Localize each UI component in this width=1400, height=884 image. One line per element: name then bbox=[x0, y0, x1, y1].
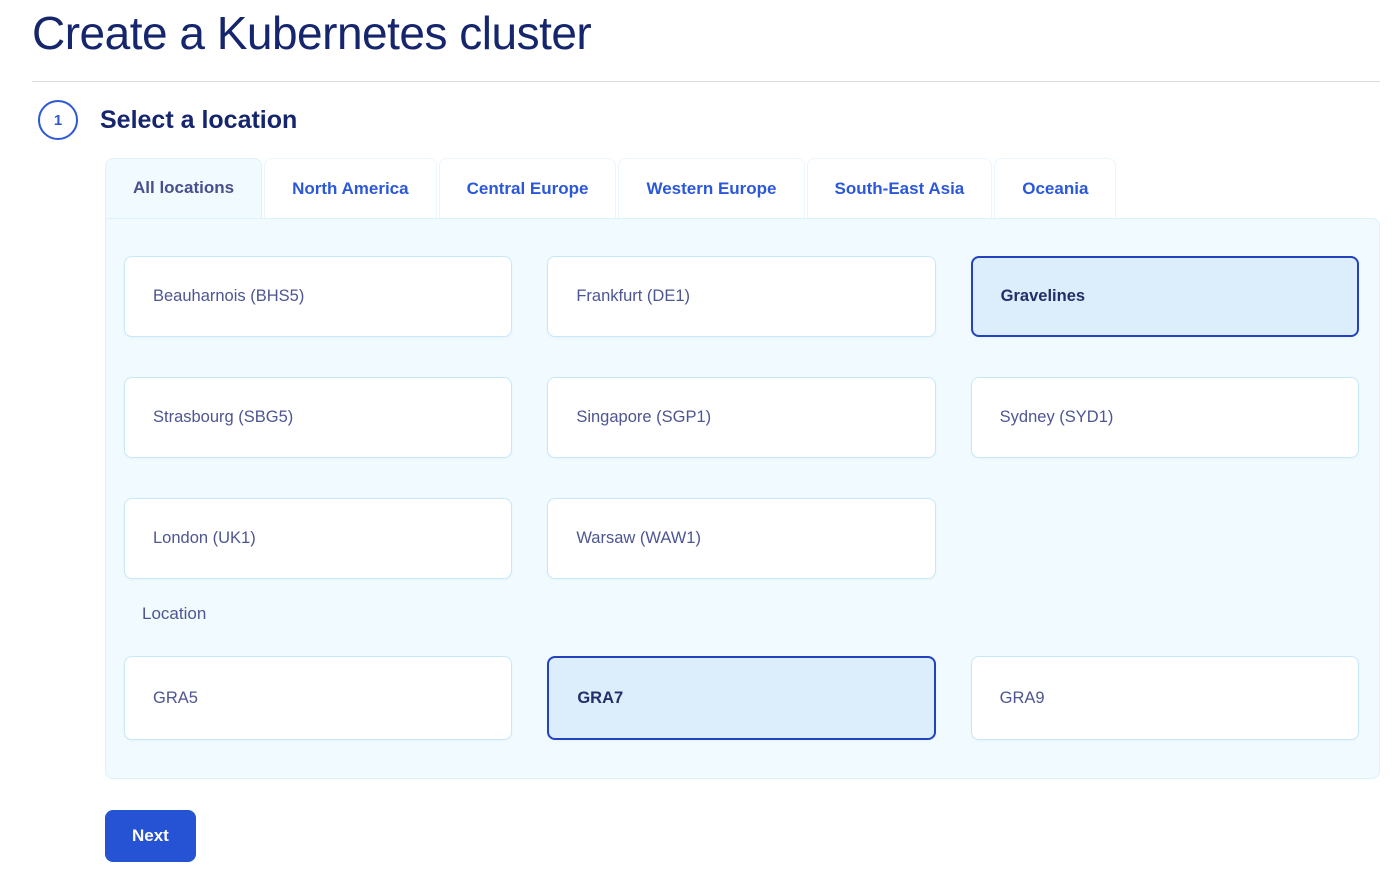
region-card-beauharnois[interactable]: Beauharnois (BHS5) bbox=[124, 256, 512, 337]
location-label: Location bbox=[142, 604, 1359, 624]
region-card-warsaw[interactable]: Warsaw (WAW1) bbox=[547, 498, 935, 579]
datacenter-card-gra7-selected[interactable]: GRA7 bbox=[547, 656, 935, 740]
location-tabs: All locations North America Central Euro… bbox=[105, 158, 1380, 218]
title-divider bbox=[32, 81, 1380, 82]
datacenter-card-gra5[interactable]: GRA5 bbox=[124, 656, 512, 740]
tab-central-europe[interactable]: Central Europe bbox=[439, 158, 617, 218]
page-title: Create a Kubernetes cluster bbox=[32, 6, 1380, 61]
tab-oceania[interactable]: Oceania bbox=[994, 158, 1116, 218]
region-card-strasbourg[interactable]: Strasbourg (SBG5) bbox=[124, 377, 512, 458]
region-card-london[interactable]: London (UK1) bbox=[124, 498, 512, 579]
locations-panel: Beauharnois (BHS5) Frankfurt (DE1) Grave… bbox=[105, 218, 1380, 779]
next-button[interactable]: Next bbox=[105, 810, 196, 862]
datacenter-card-gra9[interactable]: GRA9 bbox=[971, 656, 1359, 740]
tab-western-europe[interactable]: Western Europe bbox=[618, 158, 804, 218]
step-heading: Select a location bbox=[100, 106, 297, 135]
location-section: All locations North America Central Euro… bbox=[105, 158, 1380, 862]
tab-all-locations[interactable]: All locations bbox=[105, 158, 262, 218]
region-card-grid: Beauharnois (BHS5) Frankfurt (DE1) Grave… bbox=[124, 256, 1359, 579]
create-kubernetes-cluster-page: Create a Kubernetes cluster 1 Select a l… bbox=[0, 0, 1400, 862]
step-header: 1 Select a location bbox=[38, 100, 1380, 140]
step-number-badge: 1 bbox=[38, 100, 78, 140]
region-card-singapore[interactable]: Singapore (SGP1) bbox=[547, 377, 935, 458]
region-card-gravelines-selected[interactable]: Gravelines bbox=[971, 256, 1359, 337]
datacenter-card-grid: GRA5 GRA7 GRA9 bbox=[124, 656, 1359, 740]
region-card-frankfurt[interactable]: Frankfurt (DE1) bbox=[547, 256, 935, 337]
tab-south-east-asia[interactable]: South-East Asia bbox=[807, 158, 993, 218]
region-card-sydney[interactable]: Sydney (SYD1) bbox=[971, 377, 1359, 458]
tab-north-america[interactable]: North America bbox=[264, 158, 437, 218]
